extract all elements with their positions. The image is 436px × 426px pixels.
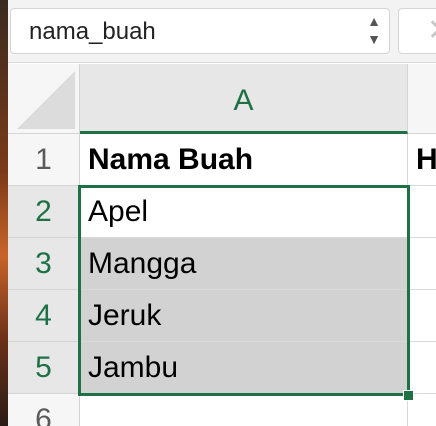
formula-bar: nama_buah ▲ ▼ ✕ — [8, 0, 436, 63]
select-all-corner[interactable] — [8, 64, 80, 134]
name-box-value[interactable]: nama_buah — [29, 19, 156, 45]
row-header-3[interactable]: 3 — [8, 238, 80, 290]
fill-handle[interactable] — [403, 390, 414, 401]
cell-a3[interactable]: Mangga — [80, 238, 408, 290]
cell-a5[interactable]: Jambu — [80, 342, 408, 394]
row-header-2[interactable]: 2 — [8, 186, 80, 238]
spreadsheet-window: nama_buah ▲ ▼ ✕ A 1 Nama Buah H 2 Apel 3… — [0, 0, 436, 426]
column-header-a[interactable]: A — [80, 64, 408, 134]
cell-b4[interactable] — [408, 290, 436, 342]
cancel-button[interactable]: ✕ — [398, 8, 436, 54]
row-header-4[interactable]: 4 — [8, 290, 80, 342]
cell-a2[interactable]: Apel — [80, 186, 408, 238]
cell-a4[interactable]: Jeruk — [80, 290, 408, 342]
background-window-strip — [0, 0, 8, 426]
close-icon[interactable]: ✕ — [427, 15, 436, 47]
chevron-down-icon[interactable]: ▼ — [365, 31, 383, 49]
cell-b3[interactable] — [408, 238, 436, 290]
cell-b1[interactable]: H — [408, 134, 436, 186]
row-header-6[interactable]: 6 — [8, 394, 80, 426]
cell-b5[interactable] — [408, 342, 436, 394]
row-header-1[interactable]: 1 — [8, 134, 80, 186]
chevron-up-icon[interactable]: ▲ — [365, 13, 383, 31]
row-header-5[interactable]: 5 — [8, 342, 80, 394]
cell-a1[interactable]: Nama Buah — [80, 134, 408, 186]
name-box-dropdown[interactable]: ▲ ▼ — [365, 13, 383, 49]
cell-a6[interactable] — [80, 394, 408, 426]
column-header-b[interactable] — [408, 64, 436, 134]
name-box[interactable]: nama_buah ▲ ▼ — [10, 8, 390, 54]
cell-b2[interactable] — [408, 186, 436, 238]
select-all-triangle-icon — [17, 71, 75, 129]
